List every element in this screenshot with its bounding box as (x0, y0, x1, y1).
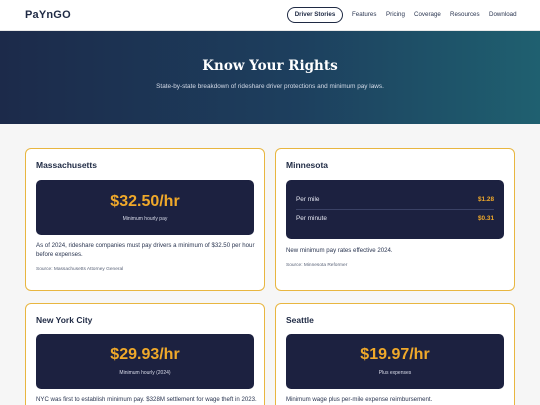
card-source: Source: Massachusetts Attorney General (36, 267, 124, 272)
nav-link-resources[interactable]: Resources (450, 11, 480, 18)
pay-amount: $32.50/hr (110, 193, 180, 210)
nav-link-coverage[interactable]: Coverage (414, 11, 441, 18)
rate-label-per-mile: Per mile (296, 196, 320, 203)
card-description: New minimum pay rates effective 2024. (286, 247, 393, 254)
hero-title: Know Your Rights (202, 58, 338, 74)
state-card-massachusetts: Massachusetts $32.50/hr Minimum hourly p… (25, 148, 265, 291)
card-title: New York City (36, 315, 93, 325)
card-description: Minimum wage plus per-mile expense reimb… (286, 396, 433, 403)
card-title: Seattle (286, 315, 314, 325)
logo[interactable]: PaYnGO (25, 9, 71, 21)
card-description: NYC was first to establish minimum pay. … (36, 396, 257, 403)
pay-panel: $32.50/hr Minimum hourly pay (36, 180, 254, 235)
nav-link-features[interactable]: Features (352, 11, 376, 18)
rate-value-per-mile: $1.28 (478, 196, 494, 203)
nav-driver-stories-button[interactable]: Driver Stories (287, 7, 343, 23)
nav-link-download[interactable]: Download (489, 11, 517, 18)
card-title: Minnesota (286, 160, 329, 170)
pay-label: Plus expenses (378, 370, 412, 376)
top-nav: PaYnGO Driver Stories Features Pricing C… (0, 0, 540, 31)
pay-label: Minimum hourly pay (122, 216, 168, 222)
state-card-seattle: Seattle $19.97/hr Plus expenses Minimum … (275, 303, 515, 405)
nav-link-pricing[interactable]: Pricing (386, 11, 405, 18)
pay-amount: $19.97/hr (360, 346, 430, 363)
pay-panel: $29.93/hr Minimum hourly (2024) (36, 334, 254, 389)
pay-panel: $19.97/hr Plus expenses (286, 334, 504, 389)
hero-subtitle: State-by-state breakdown of rideshare dr… (156, 83, 384, 90)
hero-banner: Know Your Rights State-by-state breakdow… (0, 31, 540, 124)
rates-panel: Per mile $1.28 Per minute $0.31 (286, 180, 504, 239)
rate-label-per-minute: Per minute (296, 215, 327, 222)
rate-value-per-minute: $0.31 (478, 215, 494, 222)
card-source: Source: Minnesota Reformer (286, 263, 348, 268)
card-title: Massachusetts (36, 160, 97, 170)
state-card-minnesota: Minnesota Per mile $1.28 Per minute $0.3… (275, 148, 515, 291)
rate-divider (296, 209, 494, 210)
pay-label: Minimum hourly (2024) (119, 370, 171, 376)
card-description: As of 2024, rideshare companies must pay… (36, 242, 255, 258)
pay-amount: $29.93/hr (110, 346, 180, 363)
state-card-new-york-city: New York City $29.93/hr Minimum hourly (… (25, 303, 265, 405)
